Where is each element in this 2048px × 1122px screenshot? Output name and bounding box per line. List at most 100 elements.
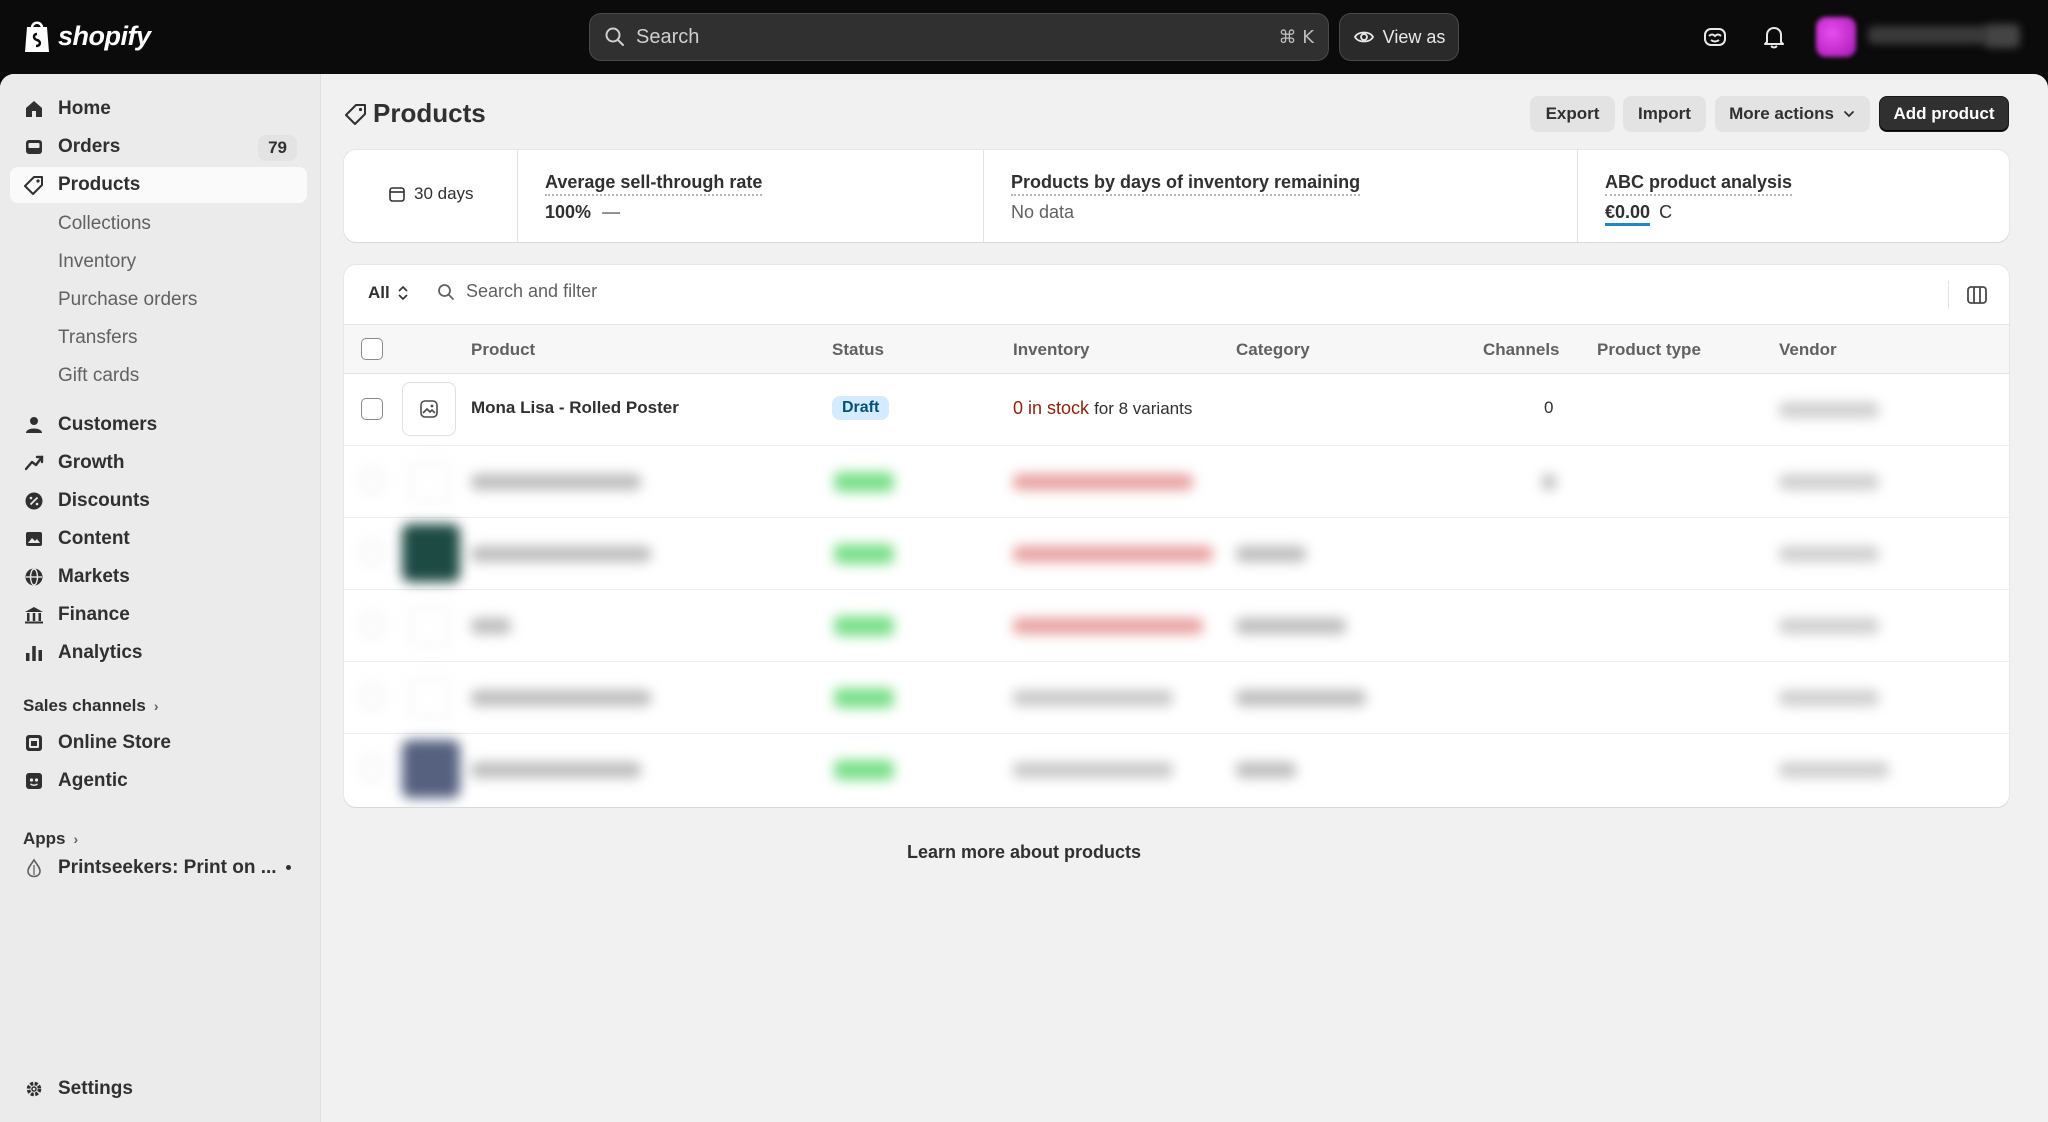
column-header-product-type[interactable]: Product type — [1597, 340, 1701, 360]
table-row[interactable] — [344, 518, 2009, 590]
growth-icon — [24, 455, 44, 471]
analytics-bar: 30 days Average sell-through rate 100% —… — [344, 150, 2009, 242]
agent-icon — [26, 773, 42, 789]
search-placeholder: Search — [636, 25, 700, 48]
learn-more-link-container: Learn more about products — [0, 842, 2048, 863]
column-header-category[interactable]: Category — [1236, 340, 1310, 360]
content-icon — [26, 532, 42, 546]
product-name-link[interactable]: Mona Lisa - Rolled Poster — [471, 398, 679, 418]
sidekick-icon[interactable] — [1700, 22, 1730, 52]
sidebar-item-orders[interactable]: Orders 79 — [10, 129, 307, 165]
sidebar-item-label: Customers — [58, 414, 158, 435]
sidebar-item-settings[interactable]: Settings — [10, 1071, 307, 1107]
search-icon — [605, 27, 624, 46]
sidebar-subitem-purchase-orders[interactable]: Purchase orders — [58, 289, 197, 311]
table-row[interactable] — [344, 662, 2009, 734]
sidebar-item-label: Growth — [58, 452, 125, 473]
table-row[interactable] — [344, 446, 2009, 518]
sidebar-item-label: Analytics — [58, 642, 143, 663]
inventory-cell: 0 in stock for 8 variants — [1013, 398, 1192, 419]
sell-through-percent: 100% — [545, 202, 592, 222]
sidebar-item-label: Online Store — [58, 732, 171, 753]
chevron-right-icon: › — [153, 698, 159, 714]
sidebar-subitem-transfers[interactable]: Transfers — [58, 327, 138, 349]
tag-icon — [24, 176, 43, 195]
sell-through-title[interactable]: Average sell-through rate — [545, 172, 763, 196]
app-status-dot — [286, 865, 291, 870]
sidebar-item-home[interactable]: Home — [10, 91, 307, 127]
view-selector[interactable]: All — [368, 283, 410, 303]
column-header-status[interactable]: Status — [832, 340, 884, 360]
table-row[interactable] — [344, 590, 2009, 662]
sidebar-subitem-collections[interactable]: Collections — [58, 213, 151, 235]
sidebar-subitem-gift-cards[interactable]: Gift cards — [58, 365, 139, 387]
sidebar-item-label: Orders — [58, 136, 121, 157]
sidebar-item-customers[interactable]: Customers — [10, 407, 307, 443]
export-button[interactable]: Export — [1530, 96, 1615, 132]
sidebar-item-online-store[interactable]: Online Store — [10, 725, 307, 761]
discount-icon — [25, 492, 43, 510]
inventory-variants: for 8 variants — [1094, 399, 1193, 418]
stat-divider — [517, 150, 518, 242]
sidebar-item-content[interactable]: Content — [10, 521, 307, 557]
avatar[interactable] — [1816, 17, 1856, 57]
chevron-down-icon — [1844, 111, 1854, 118]
view-as-button[interactable]: View as — [1339, 13, 1459, 61]
import-button[interactable]: Import — [1623, 96, 1706, 132]
more-actions-button[interactable]: More actions — [1715, 96, 1870, 132]
sidebar-subitem-inventory[interactable]: Inventory — [58, 251, 136, 273]
learn-more-link[interactable]: Learn more about products — [907, 842, 1141, 862]
more-actions-label: More actions — [1729, 104, 1834, 123]
search-and-filter-input[interactable]: Search and filter — [436, 281, 597, 302]
table-header: Product Status Inventory Category Channe… — [344, 325, 2009, 374]
columns-icon[interactable] — [1965, 283, 1989, 307]
sidebar-item-label: Finance — [58, 604, 130, 625]
sort-arrows-icon — [398, 285, 408, 301]
select-all-checkbox[interactable] — [361, 338, 383, 360]
bank-icon — [25, 607, 43, 624]
row-checkbox[interactable] — [361, 398, 383, 420]
sales-channels-label: Sales channels — [23, 696, 146, 715]
abc-analysis-title[interactable]: ABC product analysis — [1605, 172, 1793, 196]
gear-icon — [26, 1081, 42, 1097]
column-header-vendor[interactable]: Vendor — [1779, 340, 1837, 360]
sidebar-item-agentic[interactable]: Agentic — [10, 763, 307, 799]
account-name-redacted[interactable] — [1868, 26, 1988, 44]
image-placeholder-icon — [420, 400, 438, 418]
add-product-button[interactable]: Add product — [1879, 96, 2009, 132]
bell-icon[interactable] — [1759, 22, 1789, 52]
product-thumbnail — [402, 382, 456, 436]
date-range-picker[interactable]: 30 days — [388, 184, 474, 204]
sell-through-value: 100% — — [545, 202, 620, 223]
column-header-channels[interactable]: Channels — [1483, 340, 1560, 360]
orders-icon — [26, 140, 42, 154]
column-header-product[interactable]: Product — [471, 340, 535, 360]
days-remaining-title[interactable]: Products by days of inventory remaining — [1011, 172, 1361, 196]
sidebar-item-analytics[interactable]: Analytics — [10, 635, 307, 671]
global-search[interactable]: Search ⌘ K — [589, 13, 1329, 61]
sales-channels-heading[interactable]: Sales channels › — [23, 696, 159, 716]
table-row[interactable] — [344, 734, 2009, 806]
sidebar-item-label: Markets — [58, 566, 130, 587]
eye-icon — [1353, 31, 1374, 43]
sidebar-item-products[interactable]: Products — [10, 167, 307, 203]
sidebar-item-markets[interactable]: Markets — [10, 559, 307, 595]
globe-icon — [25, 568, 43, 586]
sidebar-item-label: Settings — [58, 1078, 133, 1099]
person-icon — [26, 417, 42, 433]
filter-bar: All Search and filter — [344, 265, 2009, 325]
sidebar-item-growth[interactable]: Growth — [10, 445, 307, 481]
status-badge: Draft — [832, 396, 890, 420]
brand-wordmark: shopify — [58, 20, 151, 51]
sidebar-item-finance[interactable]: Finance — [10, 597, 307, 633]
shopify-logo[interactable]: shopify — [22, 18, 151, 54]
products-table: All Search and filter Product Status Inv… — [344, 265, 2009, 807]
sidebar-item-label: Discounts — [58, 490, 150, 511]
column-header-inventory[interactable]: Inventory — [1013, 340, 1090, 360]
calendar-icon — [389, 187, 405, 202]
tag-icon — [345, 103, 366, 125]
home-icon — [26, 101, 42, 117]
sidebar-item-discounts[interactable]: Discounts — [10, 483, 307, 519]
table-row[interactable]: Mona Lisa - Rolled Poster Draft 0 in sto… — [344, 374, 2009, 446]
abc-grade: C — [1659, 202, 1673, 222]
